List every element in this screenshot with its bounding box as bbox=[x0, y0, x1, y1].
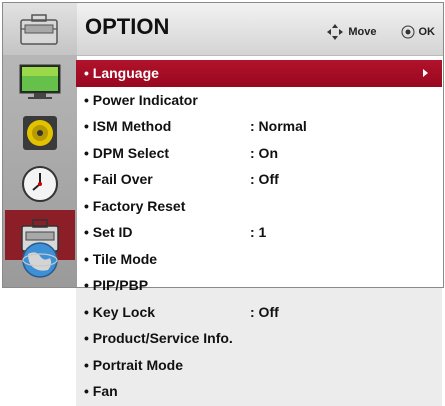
menu-item-label: • Key Lock bbox=[84, 303, 156, 320]
menu-item-value: : 1 bbox=[250, 224, 267, 241]
menu-item-label: • ISM Method bbox=[84, 118, 172, 135]
menu-header: OPTION Move OK bbox=[77, 3, 443, 56]
sidebar bbox=[3, 3, 77, 287]
menu-item-ism-method[interactable]: • ISM Method : Normal bbox=[76, 113, 442, 140]
toolbox-icon bbox=[20, 14, 58, 45]
sidebar-item-picture[interactable] bbox=[9, 57, 71, 107]
menu-item-label: • Factory Reset bbox=[84, 197, 186, 214]
menu-item-label: • Tile Mode bbox=[84, 250, 158, 267]
menu-item-value: : Off bbox=[250, 303, 279, 320]
menu-item-product-service-info[interactable]: • Product/Service Info. bbox=[76, 325, 442, 352]
ok-button-icon bbox=[401, 25, 414, 39]
menu-item-label: • Fan bbox=[84, 383, 118, 400]
move-hint-label: Move bbox=[348, 26, 377, 38]
menu-item-value: : On bbox=[250, 144, 278, 161]
menu-item-power-indicator[interactable]: • Power Indicator bbox=[76, 87, 442, 114]
menu-item-label: • DPM Select bbox=[84, 144, 170, 161]
menu-item-language[interactable]: • Language bbox=[76, 60, 442, 87]
menu-item-label: • Fail Over bbox=[84, 171, 153, 188]
audio-speaker-icon bbox=[23, 116, 57, 150]
chevron-right-icon bbox=[423, 69, 428, 77]
sidebar-item-network[interactable] bbox=[9, 237, 71, 283]
menu-item-tile-mode[interactable]: • Tile Mode bbox=[76, 246, 442, 273]
menu-item-value: : Off bbox=[250, 171, 279, 188]
menu-item-label: • Language bbox=[84, 65, 159, 82]
menu-item-pip-pbp[interactable]: • PIP/PBP bbox=[76, 272, 442, 299]
menu-item-key-lock[interactable]: • Key Lock : Off bbox=[76, 299, 442, 326]
dpad-arrows-icon bbox=[327, 24, 344, 40]
menu-item-portrait-mode[interactable]: • Portrait Mode bbox=[76, 352, 442, 379]
menu-item-factory-reset[interactable]: • Factory Reset bbox=[76, 193, 442, 220]
clock-icon bbox=[22, 166, 58, 202]
menu-item-label: • Power Indicator bbox=[84, 91, 198, 108]
globe-icon bbox=[22, 242, 58, 278]
menu-item-label: • Product/Service Info. bbox=[84, 330, 233, 347]
picture-icon bbox=[19, 64, 61, 99]
navigation-hint: Move OK bbox=[326, 23, 435, 41]
option-header-icon-cell bbox=[3, 3, 77, 55]
menu-item-fail-over[interactable]: • Fail Over : Off bbox=[76, 166, 442, 193]
menu-item-fan[interactable]: • Fan bbox=[76, 378, 442, 405]
ok-hint-label: OK bbox=[418, 26, 436, 38]
menu-item-label: • PIP/PBP bbox=[84, 277, 149, 294]
menu-item-label: • Portrait Mode bbox=[84, 356, 184, 373]
sidebar-item-time[interactable] bbox=[9, 159, 71, 209]
page-title: OPTION bbox=[85, 14, 170, 39]
menu-item-value: : Normal bbox=[250, 118, 307, 135]
menu-item-set-id[interactable]: • Set ID : 1 bbox=[76, 219, 442, 246]
menu-item-label: • Set ID bbox=[84, 224, 133, 241]
menu-item-dpm-select[interactable]: • DPM Select : On bbox=[76, 140, 442, 167]
sidebar-item-audio[interactable] bbox=[9, 108, 71, 158]
option-menu-list: • Language • Power Indicator • ISM Metho… bbox=[76, 60, 442, 405]
